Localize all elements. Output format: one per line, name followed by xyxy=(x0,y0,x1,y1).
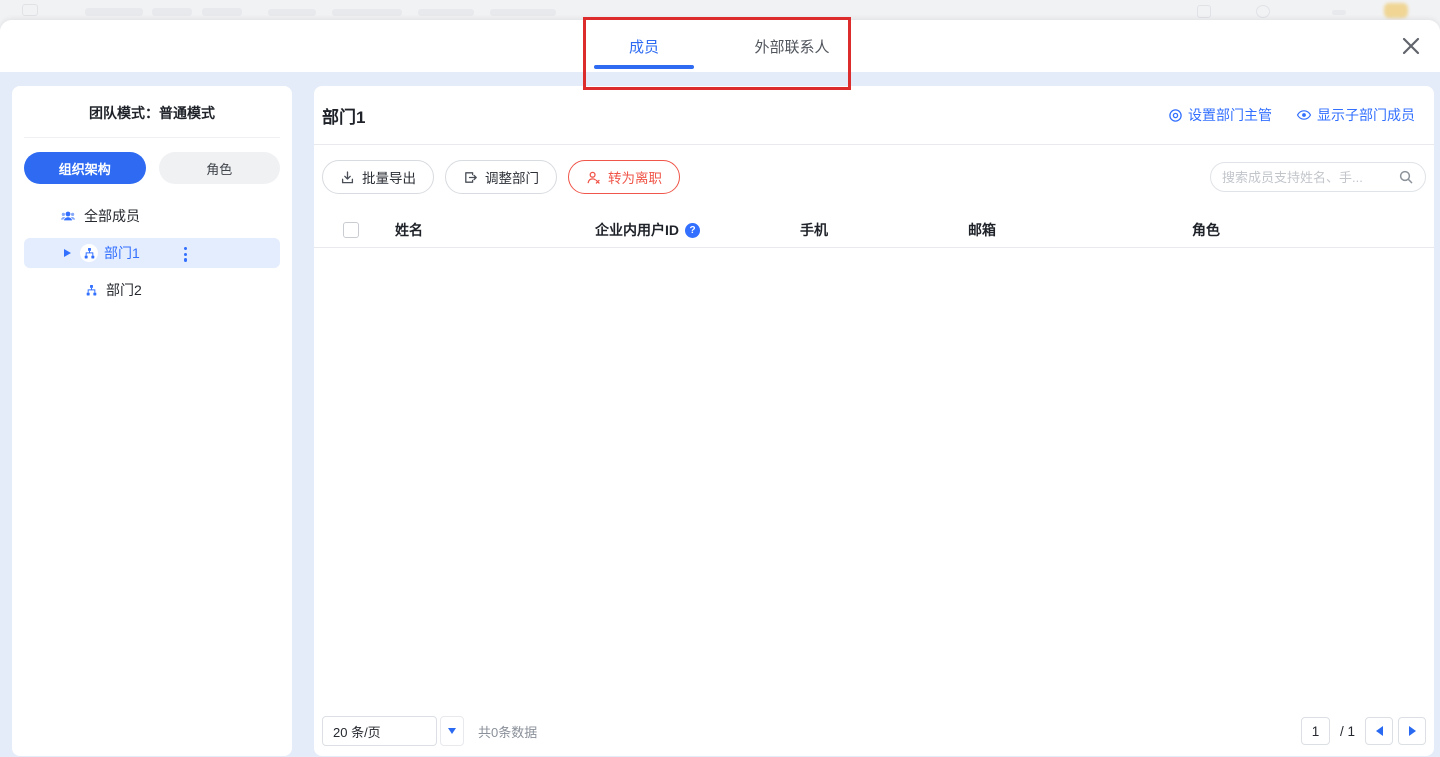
background-text-blur xyxy=(202,8,242,16)
expand-caret-icon[interactable] xyxy=(64,249,71,257)
close-icon xyxy=(1400,35,1422,57)
tab-bar: 成员 外部联系人 xyxy=(0,20,1440,72)
background-toolbar-icon xyxy=(1256,5,1270,18)
department-title: 部门1 xyxy=(322,103,365,128)
total-pages: / 1 xyxy=(1340,724,1355,739)
move-out-icon xyxy=(463,170,478,185)
table-header-row: 姓名 企业内用户ID ? 手机 邮箱 角色 xyxy=(314,213,1434,248)
close-button[interactable] xyxy=(1398,33,1424,59)
org-structure-button[interactable]: 组织架构 xyxy=(24,152,146,184)
modal-body: 团队模式：普通模式 组织架构 角色 xyxy=(0,72,1440,757)
more-actions-icon[interactable] xyxy=(182,245,189,264)
current-page-box[interactable]: 1 xyxy=(1301,717,1330,745)
column-name: 姓名 xyxy=(395,220,595,240)
org-sidebar: 团队模式：普通模式 组织架构 角色 xyxy=(12,86,292,756)
empty-table-body xyxy=(314,248,1434,716)
actions-toolbar: 批量导出 调整部门 转为离职 xyxy=(314,145,1434,194)
chevron-left-icon xyxy=(1376,726,1383,736)
target-icon xyxy=(1168,108,1183,123)
pagination-bar: 20 条/页 共0条数据 1 / 1 xyxy=(322,716,1426,746)
department-tree: 全部成员 部门1 xyxy=(12,201,292,305)
set-department-leader-label: 设置部门主管 xyxy=(1188,105,1272,125)
background-text-blur xyxy=(490,9,556,16)
tree-item-department-2[interactable]: 部门2 xyxy=(24,275,280,305)
background-app-icon xyxy=(22,4,38,16)
batch-export-label: 批量导出 xyxy=(362,167,416,187)
tree-item-department-1[interactable]: 部门1 xyxy=(24,238,280,268)
tab-members[interactable]: 成员 xyxy=(593,20,695,72)
eye-icon xyxy=(1296,107,1312,123)
page-size-dropdown-button[interactable] xyxy=(440,716,464,746)
batch-export-button[interactable]: 批量导出 xyxy=(322,160,434,194)
team-mode-title: 团队模式：普通模式 xyxy=(12,103,292,123)
panel-header: 部门1 设置部门主管 显示子部门成员 xyxy=(314,86,1434,145)
column-role: 角色 xyxy=(1192,220,1434,240)
column-user-id-label: 企业内用户ID xyxy=(595,220,679,240)
members-panel: 部门1 设置部门主管 显示子部门成员 xyxy=(314,86,1434,756)
tab-members-label: 成员 xyxy=(629,36,659,57)
download-icon xyxy=(340,170,355,185)
background-text-blur xyxy=(418,9,474,16)
tree-item-label: 全部成员 xyxy=(84,206,140,226)
search-icon[interactable] xyxy=(1398,169,1414,185)
tree-item-label: 部门2 xyxy=(106,280,142,300)
previous-page-button[interactable] xyxy=(1365,717,1393,745)
mark-resigned-label: 转为离职 xyxy=(608,167,662,187)
all-members-icon xyxy=(60,208,76,224)
help-icon[interactable]: ? xyxy=(685,223,700,238)
modal-header: 成员 外部联系人 xyxy=(0,20,1440,72)
department-icon xyxy=(82,281,100,299)
background-vip-icon xyxy=(1384,3,1408,18)
tree-item-all-members[interactable]: 全部成员 xyxy=(24,201,280,231)
chevron-right-icon xyxy=(1409,726,1416,736)
next-page-button[interactable] xyxy=(1398,717,1426,745)
column-user-id: 企业内用户ID ? xyxy=(595,220,800,240)
member-search-input[interactable] xyxy=(1222,170,1398,185)
total-count: 共0条数据 xyxy=(478,722,537,741)
column-phone: 手机 xyxy=(800,220,968,240)
tab-external-contacts-label: 外部联系人 xyxy=(754,36,829,57)
background-toolbar-icon xyxy=(1197,5,1211,18)
column-email: 邮箱 xyxy=(968,220,1192,240)
department-icon xyxy=(80,244,98,262)
mark-resigned-button[interactable]: 转为离职 xyxy=(568,160,680,194)
background-toolbar-icon xyxy=(1332,10,1346,15)
member-management-modal: 成员 外部联系人 团队模式：普通模式 组织架构 角色 xyxy=(0,20,1440,757)
background-page-strip xyxy=(0,0,1440,20)
active-tab-underline xyxy=(594,65,694,69)
background-text-blur xyxy=(152,8,192,16)
background-text-blur xyxy=(268,9,316,16)
show-subdepartment-members-label: 显示子部门成员 xyxy=(1317,105,1415,125)
select-all-checkbox[interactable] xyxy=(343,222,359,238)
background-text-blur xyxy=(85,8,143,16)
set-department-leader-link[interactable]: 设置部门主管 xyxy=(1168,105,1272,125)
roles-button[interactable]: 角色 xyxy=(159,152,281,184)
member-search xyxy=(1210,162,1426,192)
chevron-down-icon xyxy=(448,728,456,734)
person-remove-icon xyxy=(586,170,601,185)
page-size-select[interactable]: 20 条/页 xyxy=(322,716,464,746)
adjust-department-button[interactable]: 调整部门 xyxy=(445,160,557,194)
tree-item-label: 部门1 xyxy=(104,243,140,263)
show-subdepartment-members-link[interactable]: 显示子部门成员 xyxy=(1296,105,1415,125)
sidebar-divider xyxy=(24,137,280,138)
tab-external-contacts[interactable]: 外部联系人 xyxy=(737,20,847,72)
sidebar-toggle-group: 组织架构 角色 xyxy=(24,152,280,184)
select-all-cell xyxy=(343,222,395,238)
page-size-value: 20 条/页 xyxy=(322,716,437,746)
adjust-department-label: 调整部门 xyxy=(485,167,539,187)
background-text-blur xyxy=(332,9,402,16)
